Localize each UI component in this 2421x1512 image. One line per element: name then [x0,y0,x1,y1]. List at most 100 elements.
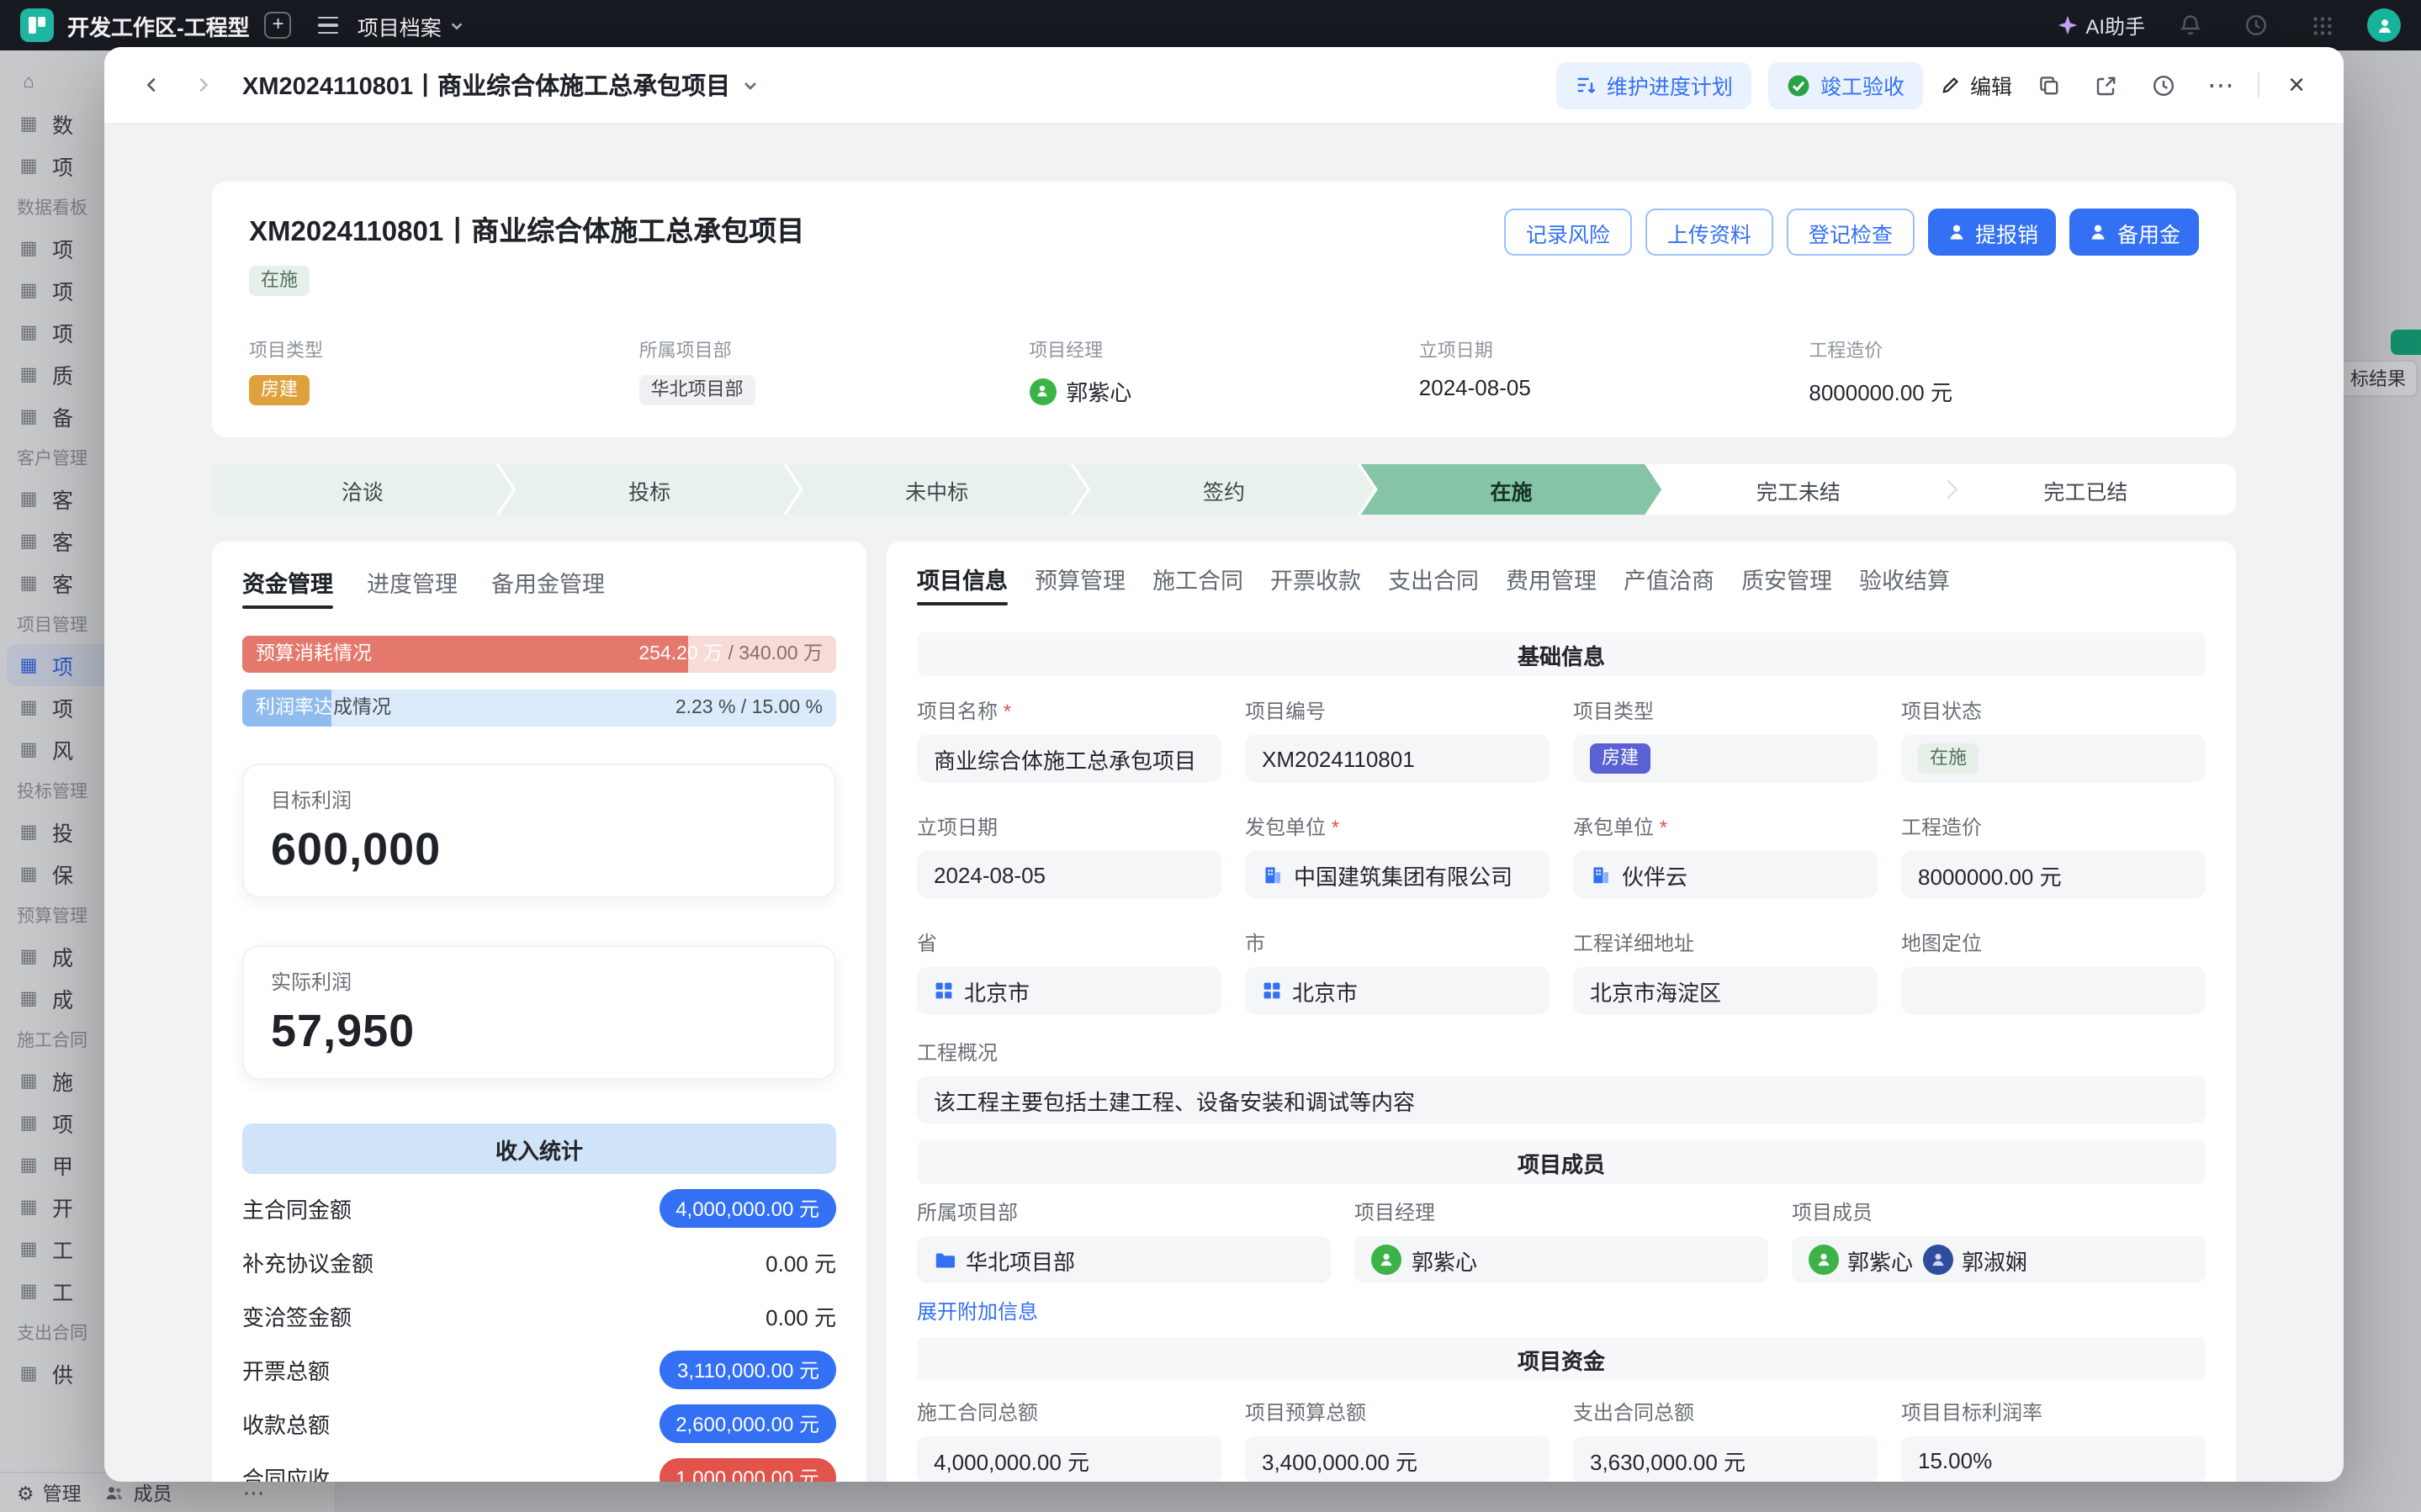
stage-in-construction[interactable]: 在施 [1361,464,1661,515]
row-received-total: 收款总额 2,600,000.00 元 [242,1396,836,1450]
chevron-down-icon[interactable] [742,77,759,93]
register-check-button[interactable]: 登记检查 [1787,209,1915,256]
stage-finished-unsettled[interactable]: 完工未结 [1648,464,1948,515]
stage-stepper: 洽谈 投标 未中标 签约 在施 完工未结 完工已结 [212,464,2236,515]
map-location-input[interactable] [1901,967,2206,1014]
actual-profit-value: 57,950 [271,1006,808,1058]
sort-icon [1575,74,1597,96]
tab-output-negotiation[interactable]: 产值洽商 [1624,562,1714,605]
project-name-input[interactable]: 商业综合体施工总承包项目 [917,735,1221,782]
row-main-contract: 主合同金额 4,000,000.00 元 [242,1181,836,1234]
field-expense-contract-total: 支出合同总额 3,630,000.00 元 [1573,1398,1878,1482]
field-project-overview: 工程概况 该工程主要包括土建工程、设备安装和调试等内容 [917,1038,2206,1123]
ai-assistant-button[interactable]: AI助手 [2057,11,2145,40]
more-icon[interactable]: ⋯ [2201,65,2241,105]
avatar [1809,1245,1839,1275]
share-icon[interactable] [2086,65,2127,105]
owner-unit-input[interactable]: 中国建筑集团有限公司 [1245,851,1550,898]
city-input[interactable]: 北京市 [1245,967,1550,1014]
copy-icon[interactable] [2029,65,2069,105]
project-status-input[interactable]: 在施 [1901,735,2206,782]
tab-reserve-management[interactable]: 备用金管理 [491,565,605,609]
reserve-fund-button[interactable]: 备用金 [2070,209,2199,256]
user-avatar[interactable] [2367,8,2401,42]
chevron-down-icon [450,18,465,33]
funds-grid: 施工合同总额 4,000,000.00 元 项目预算总额 3,400,000.0… [917,1398,2206,1482]
income-statistics-header[interactable]: 收入统计 [242,1123,836,1174]
avatar [1371,1245,1401,1275]
tab-acceptance-settlement[interactable]: 验收结算 [1859,562,1950,605]
project-code-input[interactable]: XM2024110801 [1245,735,1550,782]
amount-pill: 4,000,000.00 元 [659,1188,836,1227]
stage-not-won[interactable]: 未中标 [787,464,1087,515]
tab-cost-management[interactable]: 费用管理 [1506,562,1597,605]
field-cost: 工程造价 8000000.00 元 [1809,336,2199,407]
screen: 开发工作区-工程型 + 项目档案 AI助手 [0,0,2421,1512]
submit-expense-button[interactable]: 提报销 [1928,209,2057,256]
stage-bidding[interactable]: 投标 [499,464,799,515]
tab-budget[interactable]: 预算管理 [1035,562,1126,605]
forward-icon[interactable] [182,65,222,105]
actual-profit-card: 实际利润 57,950 [242,945,836,1080]
target-profit-value: 600,000 [271,824,808,876]
address-input[interactable]: 北京市海淀区 [1573,967,1878,1014]
project-cost-input[interactable]: 8000000.00 元 [1901,851,2206,898]
history-icon[interactable] [2143,65,2184,105]
department-input[interactable]: 华北项目部 [917,1236,1331,1283]
nav-project-archive[interactable]: 项目档案 [358,9,465,41]
add-workspace-button[interactable]: + [265,12,292,39]
building-icon [1590,864,1612,886]
tab-project-info[interactable]: 项目信息 [917,562,1008,605]
tab-funds-management[interactable]: 资金管理 [242,565,333,609]
project-manager-input[interactable]: 郭紫心 [1354,1236,1768,1283]
province-input[interactable]: 北京市 [917,967,1221,1014]
contractor-unit-input[interactable]: 伙伴云 [1573,851,1878,898]
region-grid-icon [934,981,954,1001]
tab-construction-contract[interactable]: 施工合同 [1152,562,1243,605]
start-date-input[interactable]: 2024-08-05 [917,851,1221,898]
project-members-input[interactable]: 郭紫心 郭淑娴 [1792,1236,2206,1283]
maintain-schedule-button[interactable]: 维护进度计划 [1556,61,1751,108]
left-tabs: 资金管理 进度管理 备用金管理 [242,565,836,609]
tab-progress-management[interactable]: 进度管理 [367,565,458,609]
upload-material-button[interactable]: 上传资料 [1645,209,1773,256]
back-icon[interactable] [131,65,172,105]
field-project-type: 项目类型 房建 [249,336,639,407]
person-icon [2089,222,2109,242]
readonly-value: 3,630,000.00 元 [1573,1436,1878,1482]
completion-acceptance-button[interactable]: 竣工验收 [1768,61,1923,108]
close-icon[interactable]: × [2276,65,2317,105]
modal-body: XM2024110801丨商业综合体施工总承包项目 在施 记录风险 上传资料 登… [104,124,2344,1482]
money-rows: 主合同金额 4,000,000.00 元 补充协议金额 0.00 元 变洽签金额… [242,1181,836,1482]
workspace-title[interactable]: 开发工作区-工程型 [67,9,250,41]
stage-signed[interactable]: 签约 [1073,464,1374,515]
modal-title: XM2024110801丨商业综合体施工总承包项目 [242,67,759,103]
expand-extra-info-link[interactable]: 展开附加信息 [917,1297,1038,1325]
edit-button[interactable]: 编辑 [1940,69,2012,101]
field-budget-total: 项目预算总额 3,400,000.00 元 [1245,1398,1550,1482]
project-summary-card: XM2024110801丨商业综合体施工总承包项目 在施 记录风险 上传资料 登… [212,182,2236,437]
field-start-date: 立项日期 2024-08-05 [1419,336,1809,407]
notification-icon[interactable] [2170,5,2211,45]
project-overview-input[interactable]: 该工程主要包括土建工程、设备安装和调试等内容 [917,1076,2206,1123]
menu-icon[interactable] [319,17,339,34]
tab-expense-contract[interactable]: 支出合同 [1388,562,1479,605]
apps-icon[interactable] [2302,5,2342,45]
department-tag: 华北项目部 [639,375,755,405]
readonly-value: 4,000,000.00 元 [917,1436,1221,1482]
row-invoiced-total: 开票总额 3,110,000.00 元 [242,1342,836,1396]
project-type-input[interactable]: 房建 [1573,735,1878,782]
check-circle-icon [1787,73,1810,97]
right-tabs: 项目信息 预算管理 施工合同 开票收款 支出合同 费用管理 产值洽商 质安管理 … [917,562,2206,605]
tab-quality-safety[interactable]: 质安管理 [1741,562,1832,605]
row-change-sign: 变洽签金额 0.00 元 [242,1288,836,1342]
target-profit-card: 目标利润 600,000 [242,764,836,898]
field-start-date: 立项日期 2024-08-05 [917,812,1221,898]
stage-negotiation[interactable]: 洽谈 [212,464,512,515]
record-risk-button[interactable]: 记录风险 [1504,209,1632,256]
project-actions: 记录风险 上传资料 登记检查 提报销 备用金 [1504,209,2199,256]
tab-invoicing[interactable]: 开票收款 [1270,562,1361,605]
app-logo-icon[interactable] [20,8,54,42]
history-icon[interactable] [2236,5,2276,45]
stage-finished-settled[interactable]: 完工已结 [1936,464,2236,515]
